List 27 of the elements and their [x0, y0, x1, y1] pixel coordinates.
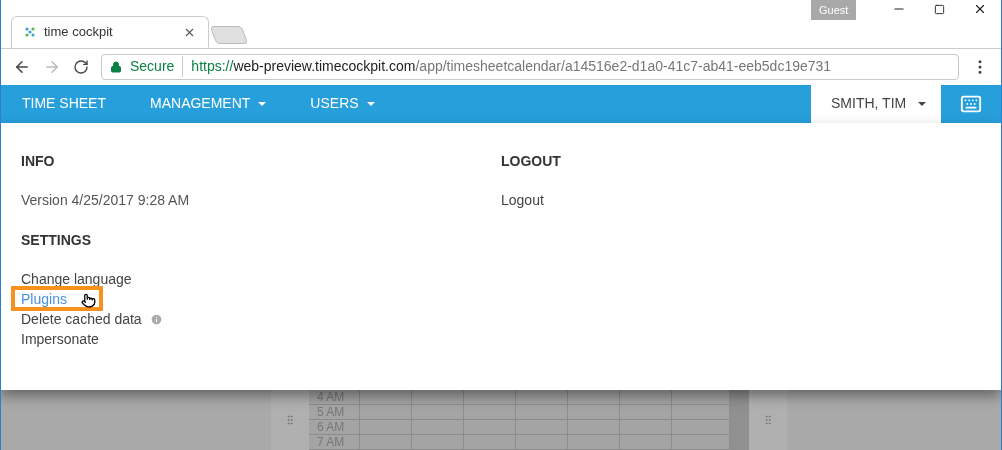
section-heading: SETTINGS	[21, 231, 92, 251]
maximize-icon[interactable]	[934, 3, 945, 15]
app-logo-icon	[24, 26, 36, 39]
menu-link[interactable]: Change language	[21, 268, 132, 290]
info-icon	[149, 312, 163, 326]
drag-handle-icon	[762, 414, 774, 426]
tab-title: time cockpit	[44, 23, 114, 42]
hand-cursor-icon	[81, 293, 96, 309]
scrollbar[interactable]	[729, 390, 749, 450]
browser-tab[interactable]: time cockpit	[11, 15, 209, 48]
drag-handle-icon	[284, 414, 296, 426]
menu-link[interactable]: Delete cached data	[21, 308, 142, 330]
section-heading: INFO	[21, 152, 56, 172]
secure-label: Secure	[130, 56, 184, 78]
menu-link[interactable]: Logout	[501, 189, 544, 211]
url-text: https://web-preview.timecockpit.com/app/timesheetcalendar/a14516e2-d1a0-41c7-ab41-eeb5dc19e731	[191, 57, 832, 77]
address-bar[interactable]: Secure https://web-preview.timecockpit.com/app/timesheetcalendar/a14516e2-d1a0-41c7-ab41-eeb5dc19e731	[101, 53, 959, 80]
caret-icon	[366, 101, 375, 106]
menu-link[interactable]: Impersonate	[21, 328, 99, 350]
close-icon[interactable]	[973, 2, 987, 16]
lock-icon	[110, 60, 122, 73]
caret-icon	[918, 101, 927, 106]
version-text: Version 4/25/2017 9:28 AM	[21, 190, 190, 210]
user-menu[interactable]: SMITH, TIM	[811, 84, 941, 124]
caret-icon	[258, 101, 267, 106]
reload-icon[interactable]	[73, 58, 89, 75]
section-heading: LOGOUT	[501, 152, 562, 172]
